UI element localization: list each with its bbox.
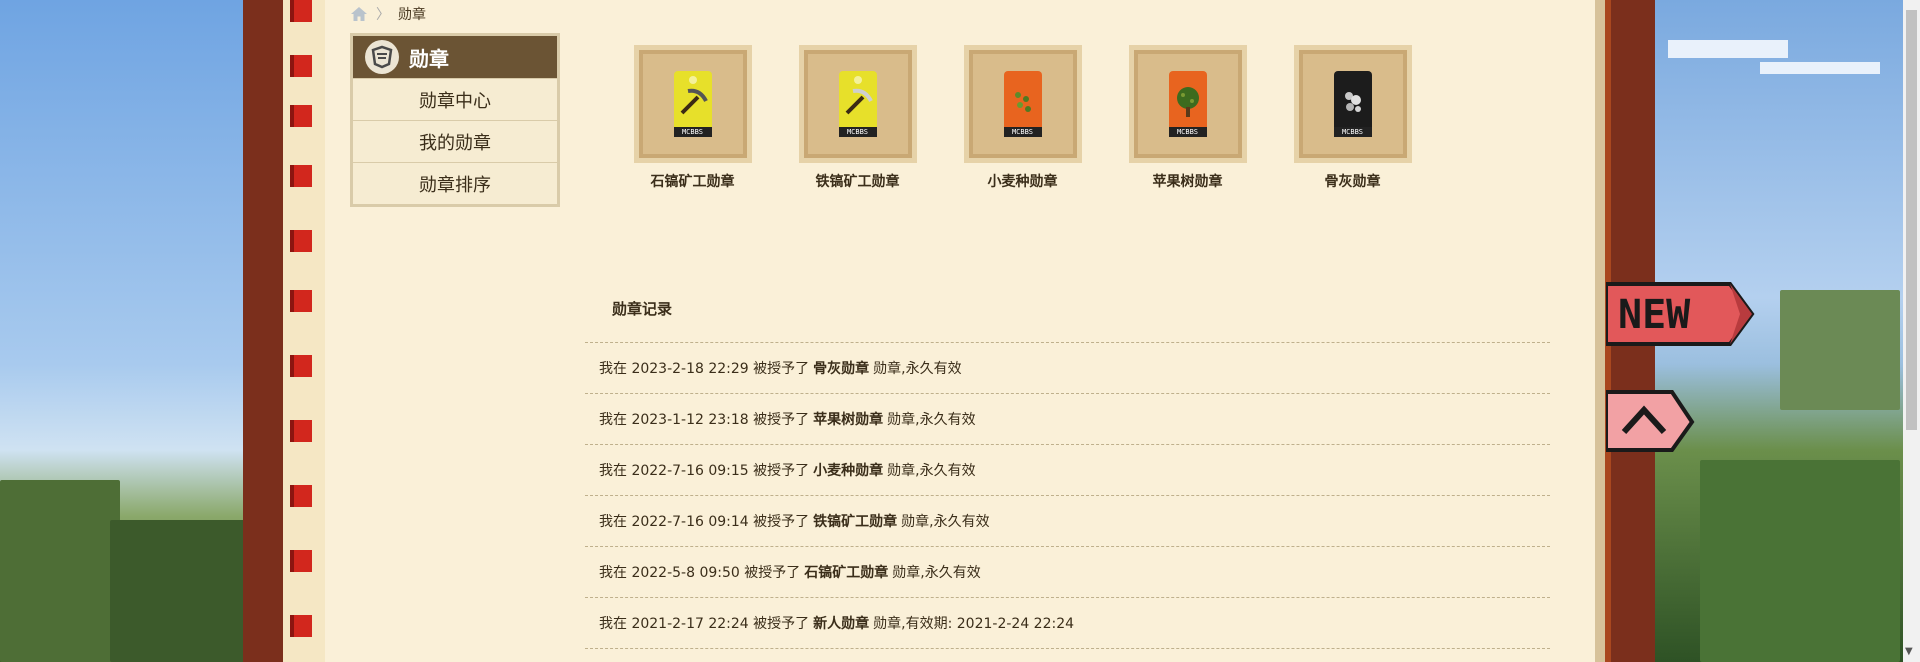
list-item: 我在 2021-2-17 22:24 被授予了 新人勋章 勋章,有效期: 2021-… <box>585 598 1550 649</box>
apple-tree-icon <box>1176 87 1199 117</box>
binding-ring <box>290 0 312 22</box>
tree <box>1700 460 1900 662</box>
medal-name: 苹果树勋章 <box>1152 174 1223 190</box>
records-title: 勋章记录 <box>612 300 673 318</box>
list-item: 我在 2023-2-18 22:29 被授予了 骨灰勋章 勋章,永久有效 <box>585 343 1550 394</box>
cloud <box>1760 62 1880 74</box>
bone-meal-icon <box>1344 92 1361 112</box>
medal-frame: MCBBS <box>798 45 917 163</box>
record-suffix: 勋章,永久有效 <box>892 565 981 581</box>
binding-ring <box>290 485 312 507</box>
record-medal-name: 苹果树勋章 <box>813 412 884 428</box>
medal-frame: MCBBS <box>1293 45 1412 163</box>
medal-tag-text: MCBBS <box>1003 127 1042 137</box>
binding-ring <box>290 105 312 127</box>
record-prefix: 我在 2023-2-18 22:29 被授予了 <box>599 361 810 377</box>
binding-ring <box>290 355 312 377</box>
scrollbar-thumb[interactable] <box>1906 10 1917 430</box>
medal-tag: MCBBS <box>838 71 877 137</box>
list-item: 我在 2022-5-8 09:50 被授予了 石镐矿工勋章 勋章,永久有效 <box>585 547 1550 598</box>
medal-tag-text: MCBBS <box>838 127 877 137</box>
record-prefix: 我在 2023-1-12 23:18 被授予了 <box>599 412 810 428</box>
medal-name: 石镐矿工勋章 <box>650 174 735 190</box>
medal-wheat-seeds[interactable]: MCBBS 小麦种勋章 <box>940 45 1105 191</box>
medal-bone-meal[interactable]: MCBBS 骨灰勋章 <box>1270 45 1435 191</box>
binding-ring <box>290 55 312 77</box>
medal-name: 骨灰勋章 <box>1324 174 1381 190</box>
medal-tag: MCBBS <box>1168 71 1207 137</box>
medal-frame: MCBBS <box>1128 45 1247 163</box>
medal-stone-pickaxe[interactable]: MCBBS 石镐矿工勋章 <box>610 45 775 191</box>
scroll-down-arrow-icon[interactable]: ▼ <box>1905 646 1913 657</box>
medal-name: 铁镐矿工勋章 <box>815 174 900 190</box>
medal-frame: MCBBS <box>963 45 1082 163</box>
medal-iron-pickaxe[interactable]: MCBBS 铁镐矿工勋章 <box>775 45 940 191</box>
medal-tag: MCBBS <box>673 71 712 137</box>
binding-ring <box>290 615 312 637</box>
new-flag-label: NEW <box>1618 292 1691 338</box>
record-prefix: 我在 2021-2-17 22:24 被授予了 <box>599 616 810 632</box>
medal-name: 小麦种勋章 <box>987 174 1058 190</box>
new-flag-button[interactable]: NEW <box>1606 280 1756 350</box>
sidebar-item-label: 勋章排序 <box>419 174 491 196</box>
record-suffix: 勋章,永久有效 <box>887 412 976 428</box>
breadcrumb-current[interactable]: 勋章 <box>398 4 426 24</box>
medal-tag-text: MCBBS <box>673 127 712 137</box>
records-list: 我在 2023-2-18 22:29 被授予了 骨灰勋章 勋章,永久有效 我在 20… <box>585 342 1550 649</box>
breadcrumb-separator: 〉 <box>376 7 390 23</box>
binding-ring <box>290 290 312 312</box>
wheat-seeds-icon <box>1014 92 1031 112</box>
pickaxe-icon <box>845 88 873 115</box>
sidebar-header: 勋章 <box>353 36 557 78</box>
sidebar-item-label: 我的勋章 <box>419 132 491 154</box>
book-page-edge <box>1595 0 1605 662</box>
list-item: 我在 2023-1-12 23:18 被授予了 苹果树勋章 勋章,永久有效 <box>585 394 1550 445</box>
record-medal-name: 石镐矿工勋章 <box>804 565 889 581</box>
binding-ring <box>290 420 312 442</box>
sidebar-title: 勋章 <box>409 46 449 71</box>
record-suffix: 勋章,永久有效 <box>901 514 990 530</box>
medal-tag: MCBBS <box>1333 71 1372 137</box>
list-item: 我在 2022-7-16 09:15 被授予了 小麦种勋章 勋章,永久有效 <box>585 445 1550 496</box>
sidebar-item-medal-sort[interactable]: 勋章排序 <box>353 162 557 204</box>
medal-badge-icon <box>365 40 399 74</box>
record-suffix: 勋章,永久有效 <box>873 361 962 377</box>
tree <box>110 520 245 662</box>
medal-tag-text: MCBBS <box>1168 127 1207 137</box>
record-suffix: 勋章,永久有效 <box>887 463 976 479</box>
tree <box>1780 290 1900 410</box>
medal-apple-tree[interactable]: MCBBS 苹果树勋章 <box>1105 45 1270 191</box>
breadcrumb: 〉 勋章 <box>350 4 426 24</box>
record-medal-name: 骨灰勋章 <box>813 361 870 377</box>
record-prefix: 我在 2022-7-16 09:15 被授予了 <box>599 463 810 479</box>
cloud <box>1668 40 1788 58</box>
medal-tag-text: MCBBS <box>1333 127 1372 137</box>
list-item: 我在 2022-7-16 09:14 被授予了 铁镐矿工勋章 勋章,永久有效 <box>585 496 1550 547</box>
medal-grid: MCBBS 石镐矿工勋章 MCBBS 铁镐矿工勋章 MCBBS 小麦种勋章 MC… <box>610 45 1435 191</box>
medal-tag: MCBBS <box>1003 71 1042 137</box>
binding-ring <box>290 550 312 572</box>
record-medal-name: 铁镐矿工勋章 <box>813 514 898 530</box>
record-medal-name: 小麦种勋章 <box>813 463 884 479</box>
back-to-top-flag[interactable] <box>1606 388 1696 456</box>
binding-ring <box>290 165 312 187</box>
sidebar-item-label: 勋章中心 <box>419 90 491 112</box>
sidebar-item-my-medals[interactable]: 我的勋章 <box>353 120 557 162</box>
medal-frame: MCBBS <box>633 45 752 163</box>
pickaxe-icon <box>680 88 708 115</box>
binding-ring <box>290 230 312 252</box>
home-icon[interactable] <box>350 6 368 22</box>
record-suffix: 勋章,有效期: 2021-2-24 22:24 <box>873 616 1075 632</box>
record-medal-name: 新人勋章 <box>813 616 870 632</box>
tree <box>0 480 120 662</box>
record-prefix: 我在 2022-7-16 09:14 被授予了 <box>599 514 810 530</box>
record-prefix: 我在 2022-5-8 09:50 被授予了 <box>599 565 801 581</box>
book-cover-left <box>243 0 283 662</box>
sidebar: 勋章 勋章中心 我的勋章 勋章排序 <box>350 33 560 207</box>
sidebar-item-medal-center[interactable]: 勋章中心 <box>353 78 557 120</box>
